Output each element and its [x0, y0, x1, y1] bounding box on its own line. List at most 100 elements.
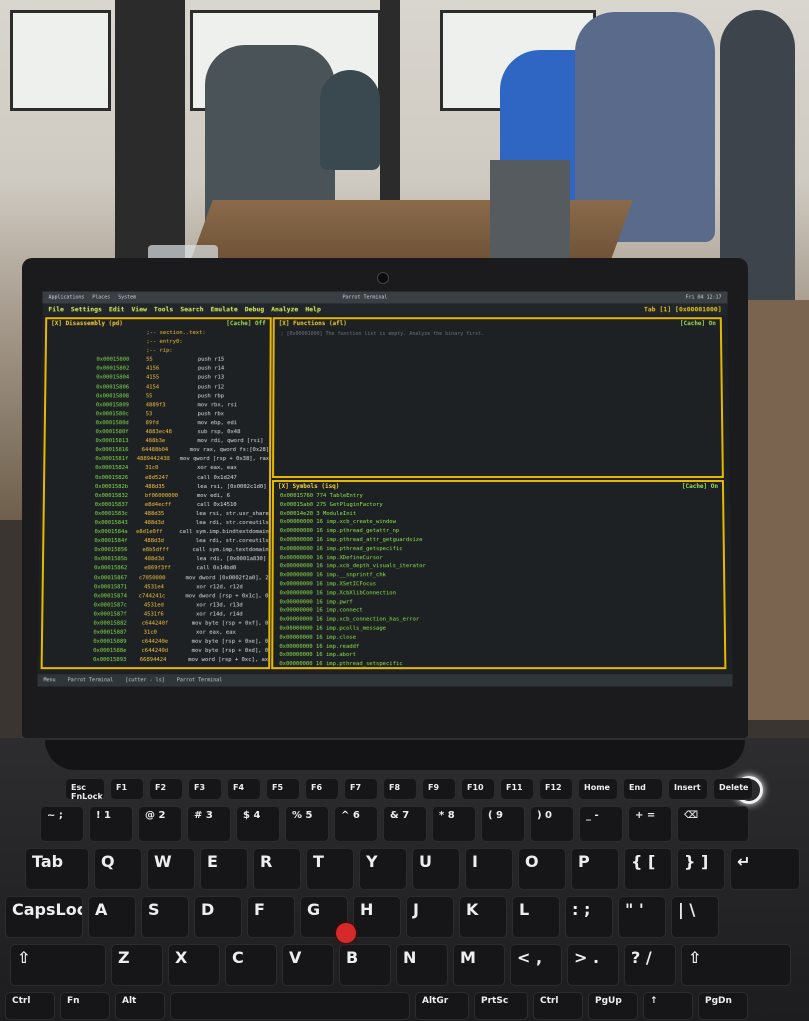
- key[interactable]: Home: [578, 778, 618, 800]
- menu-settings[interactable]: Settings: [71, 303, 102, 315]
- key[interactable]: ⌫: [677, 806, 749, 842]
- functions-panel[interactable]: [X] Functions (afl) [Cache] On ; [0x0000…: [272, 317, 724, 479]
- disassembly-line[interactable]: 0x00015809 4889f3 mov rbx, rsi: [46, 401, 269, 410]
- symbol-line[interactable]: 0x00015760 774 TableEntry: [274, 492, 722, 501]
- key[interactable]: PgDn: [698, 992, 748, 1020]
- symbol-line[interactable]: 0x00000000 16 imp.XDefineCursor: [274, 554, 723, 563]
- disassembly-line[interactable]: ;-- rip:: [47, 347, 270, 356]
- taskbar-menu[interactable]: Menu: [43, 674, 55, 686]
- key[interactable]: # 3: [187, 806, 231, 842]
- symbol-line[interactable]: 0x00000000 16 imp.xcb_connection_has_err…: [273, 616, 723, 625]
- disassembly-line[interactable]: 0x00015816 64488b04 mov rax, qword fs:[0x2…: [45, 446, 269, 455]
- key[interactable]: > .: [567, 944, 619, 986]
- applications-menu[interactable]: Applications: [48, 292, 84, 304]
- key[interactable]: AltGr: [415, 992, 469, 1020]
- disassembly-line[interactable]: 0x00015874 c744241c mov dword [rsp + 0x1c]…: [43, 592, 269, 601]
- key[interactable]: E: [200, 848, 248, 890]
- key[interactable]: Ctrl: [5, 992, 55, 1020]
- key[interactable]: Alt: [115, 992, 165, 1020]
- key[interactable]: CapsLock: [5, 896, 83, 938]
- key[interactable]: F5: [266, 778, 300, 800]
- disassembly-line[interactable]: 0x0001584f 488d3d lea rdi, str.coreutils: [44, 537, 269, 546]
- disassembly-line[interactable]: 0x00015826 e8d5247 call 0x1d247: [45, 474, 269, 483]
- key[interactable]: U: [412, 848, 460, 890]
- key[interactable]: End: [623, 778, 663, 800]
- disassembly-line[interactable]: 0x0001580c 53 push rbx: [46, 410, 269, 419]
- key[interactable]: V: [282, 944, 334, 986]
- key[interactable]: { [: [624, 848, 672, 890]
- disassembly-line[interactable]: 0x0001585b 488d3d lea rdi, [0x0001a830]: [44, 555, 269, 564]
- key[interactable]: N: [396, 944, 448, 986]
- taskbar-item[interactable]: Parrot Terminal: [68, 674, 114, 686]
- symbol-line[interactable]: 0x00000000 16 imp.xcb_create_window: [274, 518, 723, 527]
- key[interactable]: F12: [539, 778, 573, 800]
- symbol-line[interactable]: 0x00000000 16 imp.pthread_attr_getguards…: [274, 536, 723, 545]
- key[interactable]: S: [141, 896, 189, 938]
- key[interactable]: ! 1: [89, 806, 133, 842]
- places-menu[interactable]: Places: [92, 292, 110, 304]
- disassembly-line[interactable]: 0x0001587c 4531ed xor r13d, r13d: [43, 601, 268, 610]
- key[interactable]: Fn: [60, 992, 110, 1020]
- disassembly-line[interactable]: 0x00015802 4156 push r14: [46, 365, 269, 374]
- disassembly-line[interactable]: 0x00015882 c644240f mov byte [rsp + 0xf], …: [43, 620, 268, 629]
- disassembly-line[interactable]: 0x00015856 e8b5dfff call sym.imp.textdomai…: [44, 546, 269, 555]
- symbol-line[interactable]: 0x00000000 16 imp.readdf: [273, 642, 724, 651]
- key[interactable]: F: [247, 896, 295, 938]
- key[interactable]: + =: [628, 806, 672, 842]
- key[interactable]: F3: [188, 778, 222, 800]
- key[interactable]: F6: [305, 778, 339, 800]
- disassembly-line[interactable]: 0x00015843 488d3d lea rdi, str.coreutils: [44, 519, 269, 528]
- symbol-line[interactable]: 0x00000000 16 imp.XcbXlibConnection: [274, 589, 724, 598]
- key[interactable]: | \: [671, 896, 719, 938]
- key[interactable]: C: [225, 944, 277, 986]
- key[interactable]: ↵: [730, 848, 800, 890]
- menu-view[interactable]: View: [131, 303, 147, 315]
- symbol-line[interactable]: 0x00000000 16 imp.pthread_setspecific: [273, 660, 724, 669]
- disassembly-line[interactable]: 0x00015862 e869f3ff call 0x14bd0: [44, 565, 269, 574]
- key[interactable]: Esc FnLock: [65, 778, 105, 800]
- symbol-line[interactable]: 0x00000000 16 imp.close: [273, 633, 724, 642]
- disassembly-line[interactable]: 0x00015824 31c0 xor eax, eax: [45, 464, 269, 473]
- key[interactable]: ^ 6: [334, 806, 378, 842]
- key[interactable]: Z: [111, 944, 163, 986]
- menu-debug[interactable]: Debug: [245, 303, 265, 315]
- disassembly-line[interactable]: 0x00015837 e8d4ecff call 0x14510: [45, 501, 269, 510]
- key[interactable]: Tab: [25, 848, 89, 890]
- disassembly-line[interactable]: 0x0001582b 488d35 lea rsi, [0x0002c1d0]: [45, 483, 269, 492]
- key[interactable]: ~ ;: [40, 806, 84, 842]
- key[interactable]: B: [339, 944, 391, 986]
- symbol-line[interactable]: 0x00000000 16 imp.pwrf: [273, 598, 723, 607]
- menu-analyze[interactable]: Analyze: [271, 303, 298, 315]
- key[interactable]: ⇧: [10, 944, 106, 986]
- symbol-line[interactable]: 0x00000000 16 imp.__snprintf_chk: [274, 571, 724, 580]
- key[interactable]: [170, 992, 410, 1020]
- key[interactable]: ↑: [643, 992, 693, 1020]
- key[interactable]: ? /: [624, 944, 676, 986]
- symbol-line[interactable]: 0x00015ab0 275 GetPluginFactory: [274, 501, 722, 510]
- key[interactable]: F8: [383, 778, 417, 800]
- key[interactable]: Y: [359, 848, 407, 890]
- menu-file[interactable]: File: [48, 303, 64, 315]
- key[interactable]: F10: [461, 778, 495, 800]
- disassembly-panel[interactable]: [X] Disassembly (pd) [Cache] Off ;-- sec…: [40, 317, 272, 670]
- disassembly-line[interactable]: 0x0001580f 4883ec48 sub rsp, 0x48: [46, 428, 270, 437]
- key[interactable]: T: [306, 848, 354, 890]
- menu-tools[interactable]: Tools: [154, 303, 174, 315]
- disassembly-line[interactable]: 0x0001581f 4889442438 mov qword [rsp + 0x3…: [45, 455, 269, 464]
- disassembly-line[interactable]: 0x0001584a e8d1e0ff call sym.imp.bindtextd…: [44, 528, 268, 537]
- key[interactable]: R: [253, 848, 301, 890]
- key[interactable]: K: [459, 896, 507, 938]
- key[interactable]: D: [194, 896, 242, 938]
- symbol-line[interactable]: 0x00000000 16 imp.pcolls_message: [273, 625, 724, 634]
- trackpoint[interactable]: [336, 923, 356, 943]
- taskbar-item[interactable]: [cutter - ls]: [125, 674, 165, 686]
- taskbar-item[interactable]: Parrot Terminal: [177, 674, 223, 686]
- key[interactable]: H: [353, 896, 401, 938]
- disassembly-line[interactable]: 0x00015813 488b3e mov rdi, qword [rsi]: [46, 437, 270, 446]
- key[interactable]: & 7: [383, 806, 427, 842]
- disassembly-line[interactable]: 0x00015804 4155 push r13: [46, 374, 269, 383]
- disassembly-line[interactable]: 0x00015867 c7050000 mov dword [0x0002f2a0]…: [44, 574, 269, 583]
- menu-edit[interactable]: Edit: [109, 303, 125, 315]
- symbol-line[interactable]: 0x00000000 16 imp.pthread_getattr_np: [274, 527, 723, 536]
- key[interactable]: Q: [94, 848, 142, 890]
